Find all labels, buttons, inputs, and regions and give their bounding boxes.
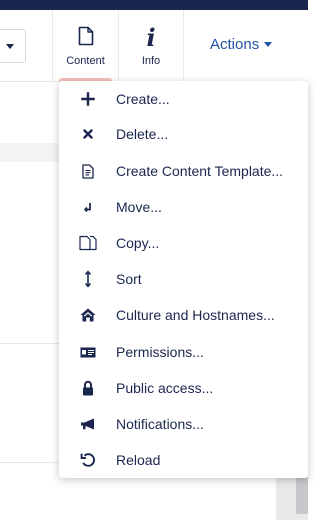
reload-icon xyxy=(77,451,99,469)
menu-item-copy[interactable]: Copy... xyxy=(59,225,308,261)
info-app-label: Info xyxy=(141,55,161,67)
menu-item-label: Create Content Template... xyxy=(116,163,284,179)
menu-item-notifications[interactable]: Notifications... xyxy=(59,406,308,442)
actions-button[interactable]: Actions xyxy=(210,36,273,53)
copy-icon xyxy=(77,234,99,252)
content-app-button[interactable]: Content xyxy=(52,10,118,82)
add-icon xyxy=(77,90,99,108)
caret-down-icon xyxy=(264,42,273,47)
variant-dropdown[interactable] xyxy=(0,29,26,63)
document-icon xyxy=(53,26,118,50)
home-icon xyxy=(77,306,99,324)
menu-item-label: Public access... xyxy=(116,380,214,396)
menu-item-label: Sort xyxy=(116,271,142,287)
document-template-icon xyxy=(77,162,99,180)
menu-item-label: Notifications... xyxy=(116,416,204,432)
menu-item-label: Copy... xyxy=(116,235,160,251)
actions-label: Actions xyxy=(210,36,260,53)
info-app-button[interactable]: i Info xyxy=(118,10,184,82)
menu-item-reload[interactable]: Reload xyxy=(59,442,308,478)
menu-item-culture-and-hostnames[interactable]: Culture and Hostnames... xyxy=(59,297,308,333)
menu-item-label: Delete... xyxy=(116,126,169,142)
delete-icon xyxy=(77,125,99,143)
sort-icon xyxy=(77,270,99,288)
move-icon xyxy=(77,198,99,216)
megaphone-icon xyxy=(77,415,99,433)
menu-item-label: Create... xyxy=(116,91,170,107)
menu-item-label: Move... xyxy=(116,199,162,215)
top-nav-bar xyxy=(0,0,308,10)
content-app-label: Content xyxy=(66,55,105,67)
menu-item-label: Reload xyxy=(116,452,161,468)
menu-item-permissions[interactable]: Permissions... xyxy=(59,334,308,370)
menu-item-public-access[interactable]: Public access... xyxy=(59,370,308,406)
menu-item-delete[interactable]: Delete... xyxy=(59,116,308,152)
editor-header: Content i Info Actions xyxy=(0,10,308,82)
lock-icon xyxy=(77,379,99,397)
actions-menu: Create... Delete... Create Content Templ… xyxy=(59,81,308,478)
menu-item-create-content-template[interactable]: Create Content Template... xyxy=(59,153,308,189)
menu-item-label: Permissions... xyxy=(116,344,204,360)
permissions-icon xyxy=(77,343,99,361)
menu-item-create[interactable]: Create... xyxy=(59,81,308,117)
chevron-down-icon xyxy=(6,44,14,49)
menu-item-move[interactable]: Move... xyxy=(59,189,308,225)
menu-item-label: Culture and Hostnames... xyxy=(116,307,275,323)
scrollbar-thumb[interactable] xyxy=(296,476,308,514)
menu-item-sort[interactable]: Sort xyxy=(59,261,308,297)
info-icon: i xyxy=(146,23,156,52)
